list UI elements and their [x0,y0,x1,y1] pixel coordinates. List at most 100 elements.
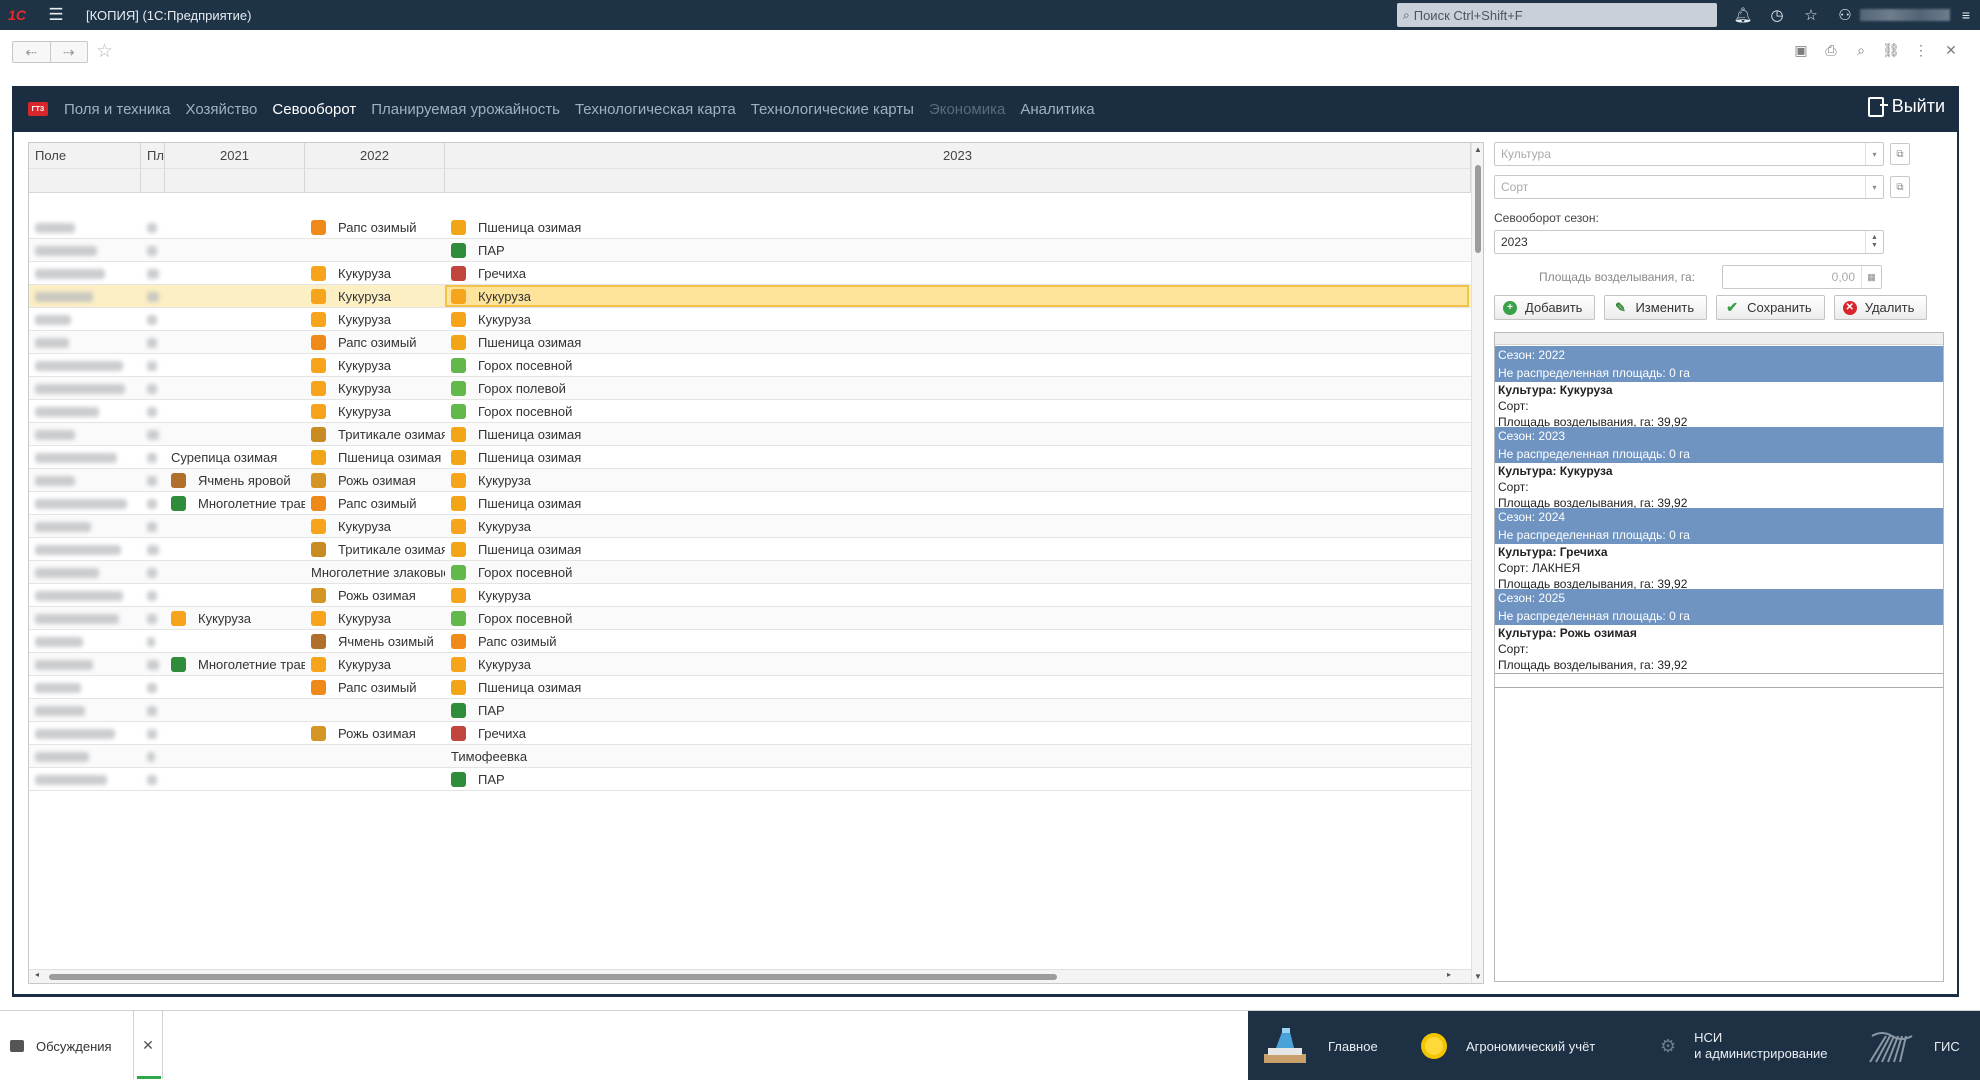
table-row[interactable]: Рожь озимая Гречиха [29,722,1471,745]
cell-2021[interactable] [171,377,305,399]
section-gis[interactable]: ГИС [1868,1011,1960,1080]
chevron-down-icon[interactable]: ▾ [1865,143,1883,165]
cell-2023[interactable]: Пшеница озимая [445,676,1469,698]
table-row[interactable]: Ячмень озимый Рапс озимый [29,630,1471,653]
cell-2021[interactable] [171,745,305,767]
cell-2023[interactable]: Кукуруза [445,653,1469,675]
table-row[interactable]: Тритикале озимая Пшеница озимая [29,423,1471,446]
table-row[interactable]: Кукуруза Гречиха [29,262,1471,285]
tab-0[interactable]: Поля и техника [64,101,171,118]
cell-2023[interactable]: Пшеница озимая [445,216,1469,238]
table-row[interactable]: Рожь озимая Кукуруза [29,584,1471,607]
section-nsi[interactable]: ⚙ НСИ и администрирование [1660,1011,1828,1080]
section-agronomy[interactable]: Агрономический учёт [1420,1011,1595,1080]
cell-2022[interactable]: Кукуруза [311,262,445,284]
close-form-icon[interactable]: ✕ [1936,42,1966,59]
bell-icon[interactable]: 🔔︎ [1726,6,1760,24]
cell-2022[interactable]: Рапс озимый [311,331,445,353]
cell-2022[interactable]: Ячмень озимый [311,630,445,652]
tab-3[interactable]: Планируемая урожайность [371,101,560,118]
cell-2021[interactable] [171,354,305,376]
cell-2023[interactable]: Кукуруза [445,308,1469,330]
col-field[interactable]: Поле [29,143,141,168]
cell-2022[interactable]: Многолетние злаковые... [311,561,445,583]
table-row[interactable]: Кукуруза Кукуруза [29,308,1471,331]
cell-2021[interactable] [171,561,305,583]
cell-2022[interactable]: Рапс озимый [311,216,445,238]
cell-2021[interactable] [171,331,305,353]
calculator-icon[interactable]: ▦ [1861,266,1881,288]
cell-2023[interactable]: Горох посевной [445,354,1469,376]
season-list[interactable]: Сезон: 2022 Не распределенная площадь: 0 … [1494,332,1944,982]
table-row[interactable]: Рапс озимый Пшеница озимая [29,216,1471,239]
print-icon[interactable]: ⎙ [1816,42,1846,59]
cell-2023[interactable]: Горох полевой [445,377,1469,399]
cell-2022[interactable]: Рожь озимая [311,722,445,744]
area-input[interactable]: 0,00 ▦ [1722,265,1882,289]
cell-2023[interactable]: Тимофеевка [445,745,1469,767]
cell-2022[interactable] [311,745,445,767]
titlebar-menu-icon[interactable]: ≡ [1952,0,1980,30]
cell-2023[interactable]: ПАР [445,699,1469,721]
delete-button[interactable]: ✕ Удалить [1833,295,1928,320]
cell-2021[interactable] [171,400,305,422]
table-row[interactable]: Тимофеевка [29,745,1471,768]
table-row[interactable]: Сурепица озимая Пшеница озимая Пшеница ози… [29,446,1471,469]
exit-button[interactable]: Выйти [1867,96,1945,117]
table-row[interactable]: Кукуруза Кукуруза [29,285,1471,308]
cell-2023[interactable]: Кукуруза [445,584,1469,606]
table-row[interactable]: Ячмень яровой Рожь озимая Кукуруза [29,469,1471,492]
table-row[interactable]: Тритикале озимая Пшеница озимая [29,538,1471,561]
add-button[interactable]: + Добавить [1494,295,1596,320]
cell-2022[interactable]: Кукуруза [311,653,445,675]
crop-rotation-table[interactable]: Поле Пл 2021 2022 2023 Рапс озимый Пшениц… [28,142,1484,984]
scroll-right-icon[interactable]: ▸ [1447,970,1451,979]
cell-2023[interactable]: Горох посевной [445,561,1469,583]
cell-2023[interactable]: Кукуруза [445,469,1469,491]
close-tab-icon[interactable]: ✕ [133,1011,163,1079]
cell-2023[interactable]: Гречиха [445,722,1469,744]
table-row[interactable]: Многолетние злаковые... Горох посевной [29,561,1471,584]
vertical-scrollbar[interactable]: ▲ ▼ [1471,143,1483,983]
cell-2023[interactable]: ПАР [445,768,1469,790]
sort-select[interactable]: Сорт ▾ [1494,175,1884,199]
add-favorite-star-icon[interactable]: ☆ [96,40,113,63]
global-search-input[interactable]: ⌕ Поиск Ctrl+Shift+F [1397,3,1717,27]
cell-2022[interactable]: Рожь озимая [311,584,445,606]
col-2022[interactable]: 2022 [305,143,445,168]
cell-2023[interactable]: Горох посевной [445,607,1469,629]
tab-7[interactable]: Аналитика [1020,101,1094,118]
cell-2023[interactable]: Пшеница озимая [445,538,1469,560]
cell-2021[interactable] [171,722,305,744]
table-row[interactable]: Многолетние травы... Кукуруза Кукуруза [29,653,1471,676]
season-input[interactable]: 2023 ▲ ▼ [1494,230,1884,254]
user-icon[interactable]: ⚇ [1828,6,1862,24]
cell-2021[interactable] [171,216,305,238]
cell-2021[interactable] [171,285,305,307]
cell-2022[interactable]: Рапс озимый [311,492,445,514]
cell-2022[interactable]: Кукуруза [311,308,445,330]
user-name-blurred[interactable] [1860,9,1950,21]
scroll-up-icon[interactable]: ▲ [1472,145,1483,154]
cell-2023[interactable]: Кукуруза [445,285,1469,307]
table-row[interactable]: Кукуруза Горох посевной [29,400,1471,423]
cell-2021[interactable]: Многолетние травы... [171,492,305,514]
back-arrow-icon[interactable]: ⇠ [13,42,50,62]
cell-2022[interactable]: Рапс озимый [311,676,445,698]
chevron-down-icon[interactable]: ▾ [1865,176,1883,198]
cell-2022[interactable] [311,239,445,261]
culture-select[interactable]: Культура ▾ [1494,142,1884,166]
horizontal-scrollbar[interactable]: ◂ ▸ [29,969,1471,983]
tab-5[interactable]: Технологические карты [751,101,914,118]
cell-2023[interactable]: Пшеница озимая [445,423,1469,445]
open-sort-icon[interactable]: ⧉ [1890,176,1910,198]
cell-2022[interactable]: Кукуруза [311,354,445,376]
cell-2022[interactable]: Кукуруза [311,400,445,422]
cell-2022[interactable]: Тритикале озимая [311,538,445,560]
cell-2021[interactable]: Ячмень яровой [171,469,305,491]
cell-2021[interactable] [171,630,305,652]
scroll-down-icon[interactable]: ▼ [1472,972,1483,981]
tab-2[interactable]: Севооборот [272,101,356,118]
cell-2022[interactable]: Кукуруза [311,607,445,629]
table-row[interactable]: ПАР [29,699,1471,722]
